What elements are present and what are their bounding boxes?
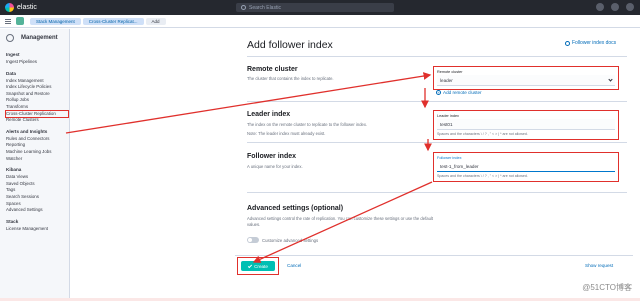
sidebar-group-alerts: Alerts and Insights [6, 128, 48, 134]
menu-icon[interactable] [0, 15, 16, 28]
sidebar-header: Management [6, 29, 69, 47]
leader-index-value: test01 [440, 121, 453, 127]
search-placeholder: Search Elastic [249, 4, 281, 11]
follower-index-value: test-1_from_leader [440, 163, 479, 169]
help-icon[interactable] [596, 3, 604, 11]
plus-icon: + [436, 90, 441, 95]
page-title: Add follower index [247, 39, 333, 51]
main-content: Add follower index Follower index docs R… [71, 29, 640, 301]
create-button-highlight: Create [237, 257, 279, 275]
breadcrumb-add: Add [145, 17, 166, 25]
advanced-settings-toggle-label: Customize advanced settings [262, 237, 319, 243]
sidebar-group-kibana: Kibana [6, 167, 22, 173]
sidebar-item-license-management[interactable]: License Management [6, 226, 69, 233]
section-divider [247, 192, 627, 193]
breadcrumb-stack-management[interactable]: Stack Management [30, 17, 81, 25]
follower-index-title: Follower index [247, 153, 297, 160]
advanced-settings-toggle-row[interactable]: Customize advanced settings [247, 237, 318, 243]
search-input[interactable]: Search Elastic [236, 3, 394, 12]
space-avatar[interactable] [16, 17, 24, 25]
logo-text: elastic [17, 4, 37, 11]
follower-index-docs-link[interactable]: Follower index docs [565, 40, 616, 46]
create-button-label: Create [254, 263, 268, 269]
sidebar-item-transforms[interactable]: Transforms [6, 104, 69, 111]
remote-cluster-description: The cluster that contains the index to r… [247, 76, 334, 81]
sidebar-item-reporting[interactable]: Reporting [6, 142, 69, 149]
sidebar-item-search-sessions[interactable]: Search Sessions [6, 194, 69, 201]
sidebar-item-watcher[interactable]: Watcher [6, 156, 69, 163]
sidebar-item-rules-and-connectors[interactable]: Rules and Connectors [6, 136, 69, 143]
sidebar-item-spaces[interactable]: Spaces [6, 201, 69, 208]
advanced-settings-title: Advanced settings (optional) [247, 205, 344, 212]
gear-icon [6, 34, 14, 42]
chevron-down-icon [608, 76, 613, 82]
title-divider [247, 56, 627, 57]
section-divider [247, 142, 627, 143]
sidebar-item-index-management[interactable]: Index Management [6, 78, 69, 85]
sidebar-item-index-lifecycle-policies[interactable]: Index Lifecycle Policies [6, 84, 69, 91]
sidebar-group-data: Data [6, 70, 16, 76]
sidebar-item-saved-objects[interactable]: Saved Objects [6, 181, 69, 188]
add-remote-cluster-label: Add remote cluster [443, 90, 482, 95]
sidebar: Management Ingest Ingest Pipelines Data … [0, 29, 70, 301]
footer-divider [235, 255, 633, 256]
leader-index-description: The index on the remote cluster to repli… [247, 122, 368, 127]
check-icon [247, 263, 253, 268]
follower-index-input[interactable]: test-1_from_leader [437, 161, 615, 172]
sidebar-item-tags[interactable]: Tags [6, 187, 69, 194]
leader-index-title: Leader index [247, 111, 291, 118]
sidebar-group-ingest: Ingest [6, 52, 20, 57]
remote-cluster-title: Remote cluster [247, 66, 298, 73]
breadcrumb-cross-cluster-replication[interactable]: Cross-Cluster Replicat... [82, 17, 144, 25]
newsfeed-icon[interactable] [611, 3, 619, 11]
search-icon [241, 5, 246, 10]
cancel-button[interactable]: Cancel [287, 263, 301, 268]
advanced-settings-description: Advanced settings control the rate of re… [247, 216, 433, 227]
show-request-link[interactable]: Show request [585, 263, 613, 268]
remote-cluster-value: leader [440, 77, 453, 83]
remote-cluster-select[interactable]: leader [437, 75, 615, 86]
sidebar-item-remote-clusters[interactable]: Remote Clusters [6, 117, 69, 124]
watermark: @51CTO博客 [582, 283, 632, 292]
remote-cluster-field: Remote cluster leader [433, 66, 619, 90]
sidebar-item-advanced-settings[interactable]: Advanced Settings [6, 207, 69, 214]
sidebar-group-stack: Stack [6, 218, 19, 224]
sidebar-item-cross-cluster-replication[interactable]: Cross-Cluster Replication [5, 109, 69, 119]
follower-index-field: Follower index test-1_from_leader Spaces… [433, 152, 619, 182]
sidebar-title: Management [21, 35, 58, 41]
elastic-logo-icon [5, 3, 14, 12]
follower-index-field-label: Follower index [437, 156, 462, 160]
leader-index-field: Leader index test01 Spaces and the chara… [433, 110, 619, 140]
breadcrumb: Stack Management Cross-Cluster Replicat.… [0, 15, 640, 28]
follower-index-help: Spaces and the characters \ / ? , " < > … [437, 174, 528, 178]
docs-link-label: Follower index docs [572, 40, 617, 46]
advanced-settings-toggle[interactable] [247, 237, 259, 243]
top-header: elastic Search Elastic [0, 0, 640, 15]
sidebar-item-data-views[interactable]: Data Views [6, 174, 69, 181]
sidebar-item-machine-learning-jobs[interactable]: Machine Learning Jobs [6, 149, 69, 156]
leader-index-input[interactable]: test01 [437, 119, 615, 130]
elastic-logo[interactable]: elastic [5, 3, 37, 12]
sidebar-item-snapshot-and-restore[interactable]: Snapshot and Restore [6, 91, 69, 98]
leader-index-help: Spaces and the characters \ / ? , " < > … [437, 132, 528, 136]
sidebar-item-rollup-jobs[interactable]: Rollup Jobs [6, 97, 69, 104]
avatar[interactable] [626, 3, 634, 11]
remote-cluster-field-label: Remote cluster [437, 70, 463, 74]
add-remote-cluster-link[interactable]: + Add remote cluster [436, 90, 482, 95]
section-divider [247, 101, 627, 102]
docs-icon [565, 40, 570, 46]
leader-index-field-label: Leader index [437, 114, 459, 118]
sidebar-item-ingest-pipelines[interactable]: Ingest Pipelines [6, 59, 69, 66]
header-actions [596, 3, 634, 11]
leader-index-note: Note: The leader index must already exis… [247, 131, 326, 136]
follower-index-description: A unique name for your index. [247, 164, 303, 169]
create-button[interactable]: Create [241, 261, 275, 271]
